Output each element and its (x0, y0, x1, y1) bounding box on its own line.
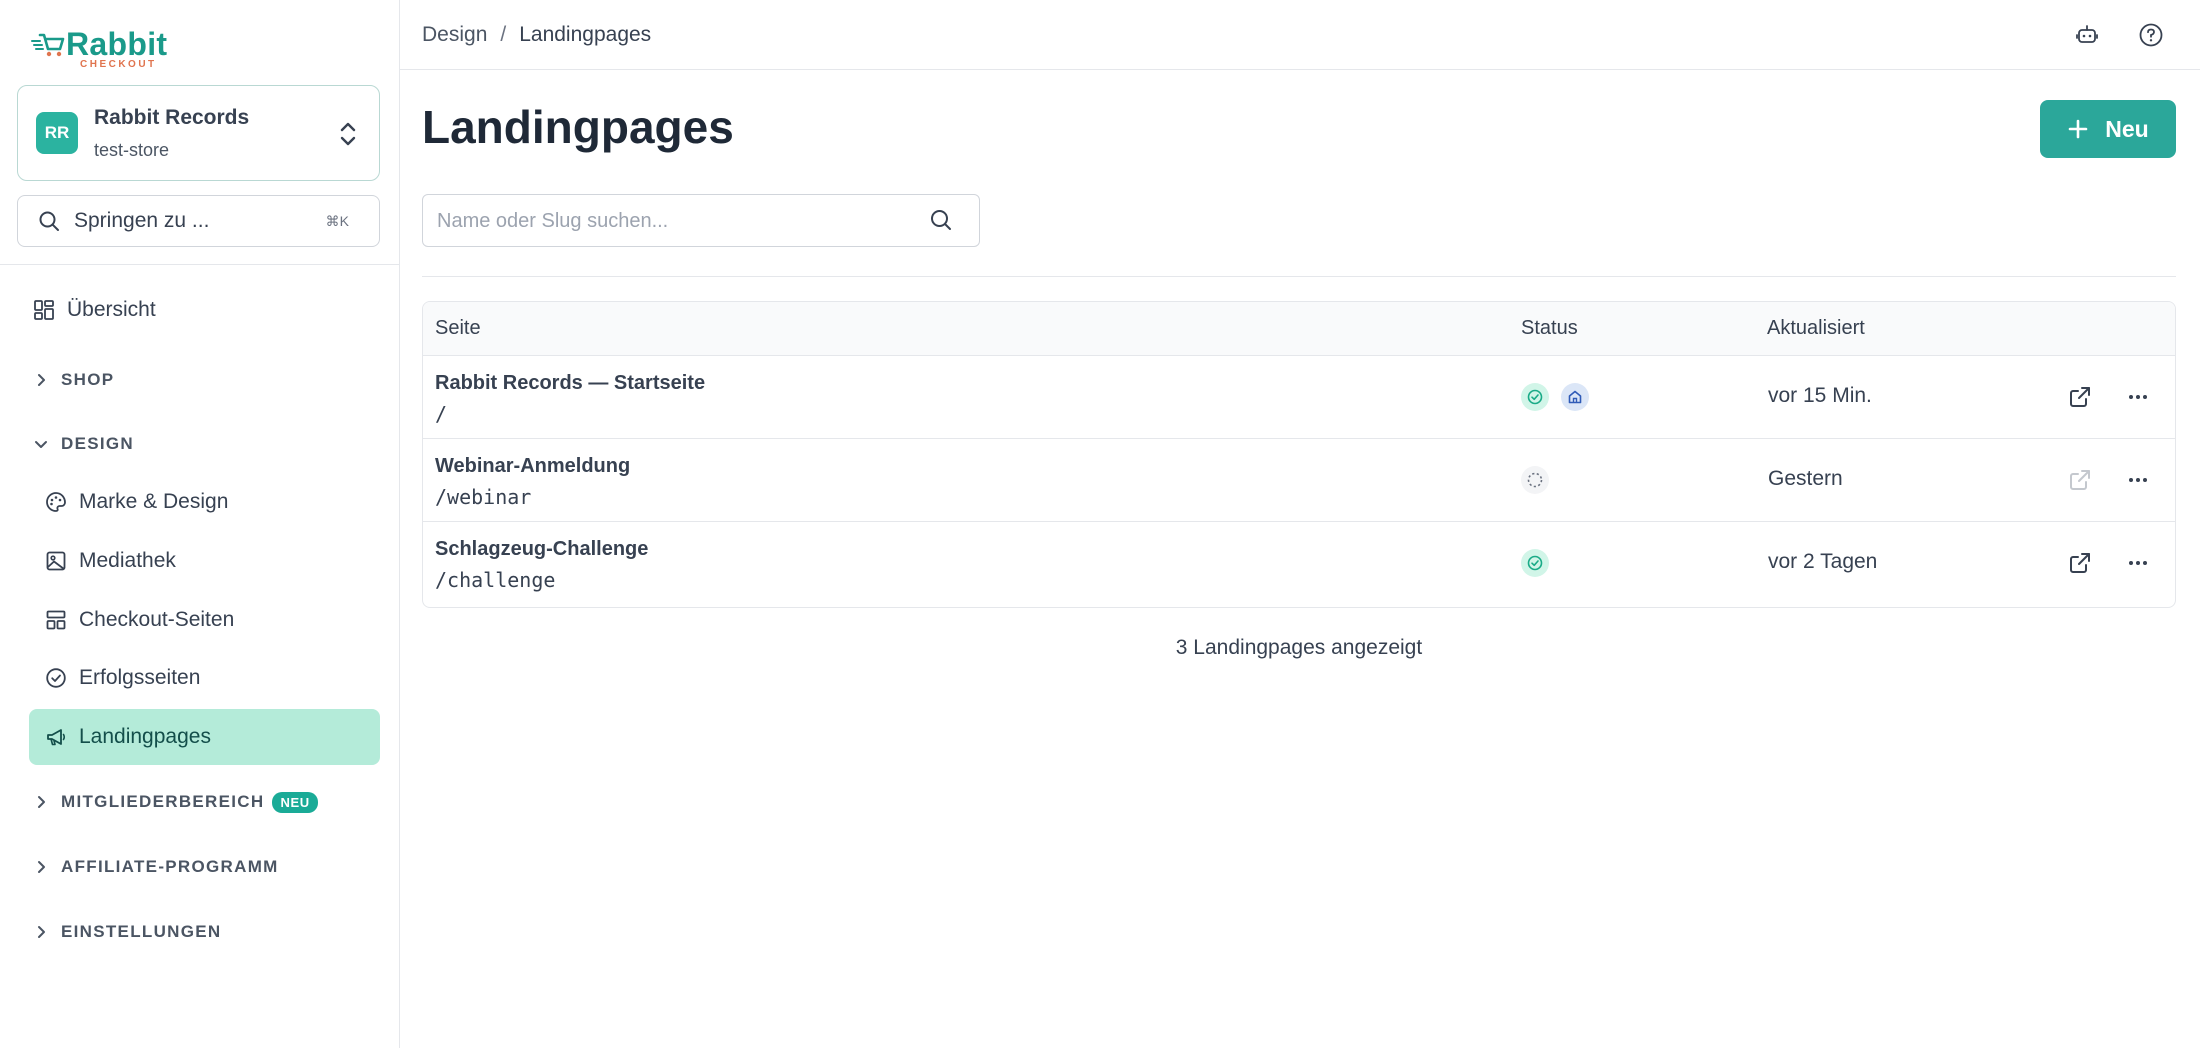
page-slug: /webinar (435, 485, 532, 509)
image-icon (46, 551, 66, 571)
published-status-icon (1521, 383, 1549, 411)
updated-time: vor 15 Min. (1768, 384, 1872, 407)
megaphone-icon (47, 729, 66, 746)
sidebar-item-landingpages[interactable]: Landingpages (29, 709, 380, 765)
page-title: Landingpages (422, 101, 734, 153)
search-input[interactable] (437, 207, 917, 235)
landingpage-search (422, 194, 980, 247)
sidebar-section-label: MITGLIEDERBEREICH (61, 792, 265, 811)
more-options-icon[interactable] (2125, 550, 2151, 576)
help-icon[interactable] (2138, 22, 2164, 48)
new-button-label: Neu (2105, 115, 2149, 142)
sidebar-item-label: Erfolgsseiten (79, 666, 201, 689)
chevron-down-icon (35, 441, 47, 448)
sidebar-item-label: Marke & Design (79, 490, 229, 513)
table-row[interactable]: Schlagzeug-Challenge /challenge vor 2 Ta… (423, 522, 2175, 605)
rabbit-checkout-logo[interactable]: Rabbit CHECKOUT (30, 22, 168, 70)
sidebar: Rabbit CHECKOUT RR Rabbit Records test-s… (0, 0, 400, 1048)
page-name[interactable]: Webinar-Anmeldung (435, 455, 630, 478)
sidebar-section-label: SHOP (61, 370, 115, 389)
sidebar-item-success-pages[interactable]: Erfolgsseiten (29, 650, 380, 706)
rabbit-cart-icon (31, 33, 65, 57)
breadcrumb-parent[interactable]: Design (422, 23, 487, 47)
table-header: Seite Status Aktualisiert (423, 302, 2175, 356)
page-name[interactable]: Schlagzeug-Challenge (435, 538, 648, 561)
external-link-icon[interactable] (2067, 384, 2093, 410)
new-landingpage-button[interactable]: Neu (2040, 100, 2176, 158)
published-status-icon (1521, 549, 1549, 577)
chevron-right-icon (38, 926, 45, 938)
draft-status-icon (1521, 466, 1549, 494)
new-badge: NEU (272, 791, 318, 813)
jump-to-search[interactable]: Springen zu ... ⌘K (17, 195, 380, 247)
breadcrumb: Design / Landingpages (422, 23, 651, 47)
sidebar-item-brand-design[interactable]: Marke & Design (29, 474, 380, 530)
page-slug: /challenge (435, 568, 556, 592)
sidebar-section-members[interactable]: MITGLIEDERBEREICH NEU (33, 788, 318, 816)
sidebar-section-affiliate[interactable]: AFFILIATE-PROGRAMM (33, 853, 279, 881)
store-slug: test-store (94, 139, 170, 160)
sidebar-section-label: DESIGN (61, 434, 134, 453)
status-badges (1521, 466, 1549, 494)
sidebar-item-media-library[interactable]: Mediathek (29, 533, 380, 589)
chevron-right-icon (38, 861, 45, 873)
more-options-icon[interactable] (2125, 467, 2151, 493)
sidebar-item-label: Landingpages (79, 725, 211, 748)
sidebar-divider (0, 264, 400, 265)
chevron-right-icon (38, 796, 45, 808)
sidebar-section-shop[interactable]: SHOP (33, 366, 114, 394)
more-options-icon[interactable] (2125, 384, 2151, 410)
logo-wordmark: Rabbit CHECKOUT (66, 26, 168, 70)
column-header-status[interactable]: Status (1521, 317, 1578, 340)
content-divider (422, 276, 2176, 277)
sidebar-item-label: Mediathek (79, 549, 176, 572)
landingpages-table: Seite Status Aktualisiert Rabbit Records… (422, 301, 2176, 608)
updated-time: Gestern (1768, 467, 1843, 490)
layout-icon (46, 610, 66, 630)
table-row[interactable]: Webinar-Anmeldung /webinar Gestern (423, 439, 2175, 522)
external-link-icon[interactable] (2067, 550, 2093, 576)
results-count: 3 Landingpages angezeigt (1175, 636, 1423, 659)
bot-icon[interactable] (2074, 22, 2100, 48)
sidebar-item-checkout-pages[interactable]: Checkout-Seiten (29, 592, 380, 648)
page-slug: / (435, 402, 448, 426)
sidebar-section-design[interactable]: DESIGN (33, 430, 134, 458)
sidebar-item-label: Checkout-Seiten (79, 608, 235, 631)
status-badges (1521, 549, 1549, 577)
breadcrumb-current: Landingpages (519, 23, 652, 46)
column-header-page[interactable]: Seite (435, 317, 481, 340)
chevron-right-icon (38, 374, 45, 386)
sidebar-item-overview[interactable]: Übersicht (33, 295, 156, 325)
search-icon (39, 211, 59, 231)
external-link-icon-disabled (2070, 470, 2090, 490)
logo-main-text: Rabbit (66, 26, 168, 62)
column-header-updated[interactable]: Aktualisiert (1767, 317, 1865, 340)
store-avatar: RR (36, 112, 78, 154)
store-switcher[interactable]: RR Rabbit Records test-store (17, 85, 380, 181)
search-icon[interactable] (929, 208, 953, 232)
sidebar-item-label: Übersicht (67, 298, 156, 321)
check-circle-icon (46, 668, 66, 688)
sidebar-section-settings[interactable]: EINSTELLUNGEN (33, 918, 221, 946)
sidebar-section-label: AFFILIATE-PROGRAMM (61, 857, 279, 876)
store-name: Rabbit Records (94, 105, 250, 129)
dashboard-icon (34, 300, 54, 320)
store-info: Rabbit Records test-store (94, 106, 249, 161)
plus-icon (2067, 118, 2089, 140)
sidebar-section-label: EINSTELLUNGEN (61, 922, 222, 941)
jump-label: Springen zu ... (74, 209, 210, 232)
chevrons-up-down-icon (340, 122, 356, 146)
breadcrumb-separator: / (500, 23, 507, 46)
status-badges (1521, 383, 1589, 411)
logo-sub-text: CHECKOUT (80, 59, 157, 70)
palette-icon (46, 492, 66, 512)
page-name[interactable]: Rabbit Records — Startseite (435, 372, 705, 395)
table-row[interactable]: Rabbit Records — Startseite / vor 15 Min… (423, 356, 2175, 439)
keyboard-shortcut: ⌘K (325, 212, 349, 229)
updated-time: vor 2 Tagen (1768, 550, 1878, 573)
topbar: Design / Landingpages (400, 0, 2200, 70)
homepage-status-icon (1561, 383, 1589, 411)
